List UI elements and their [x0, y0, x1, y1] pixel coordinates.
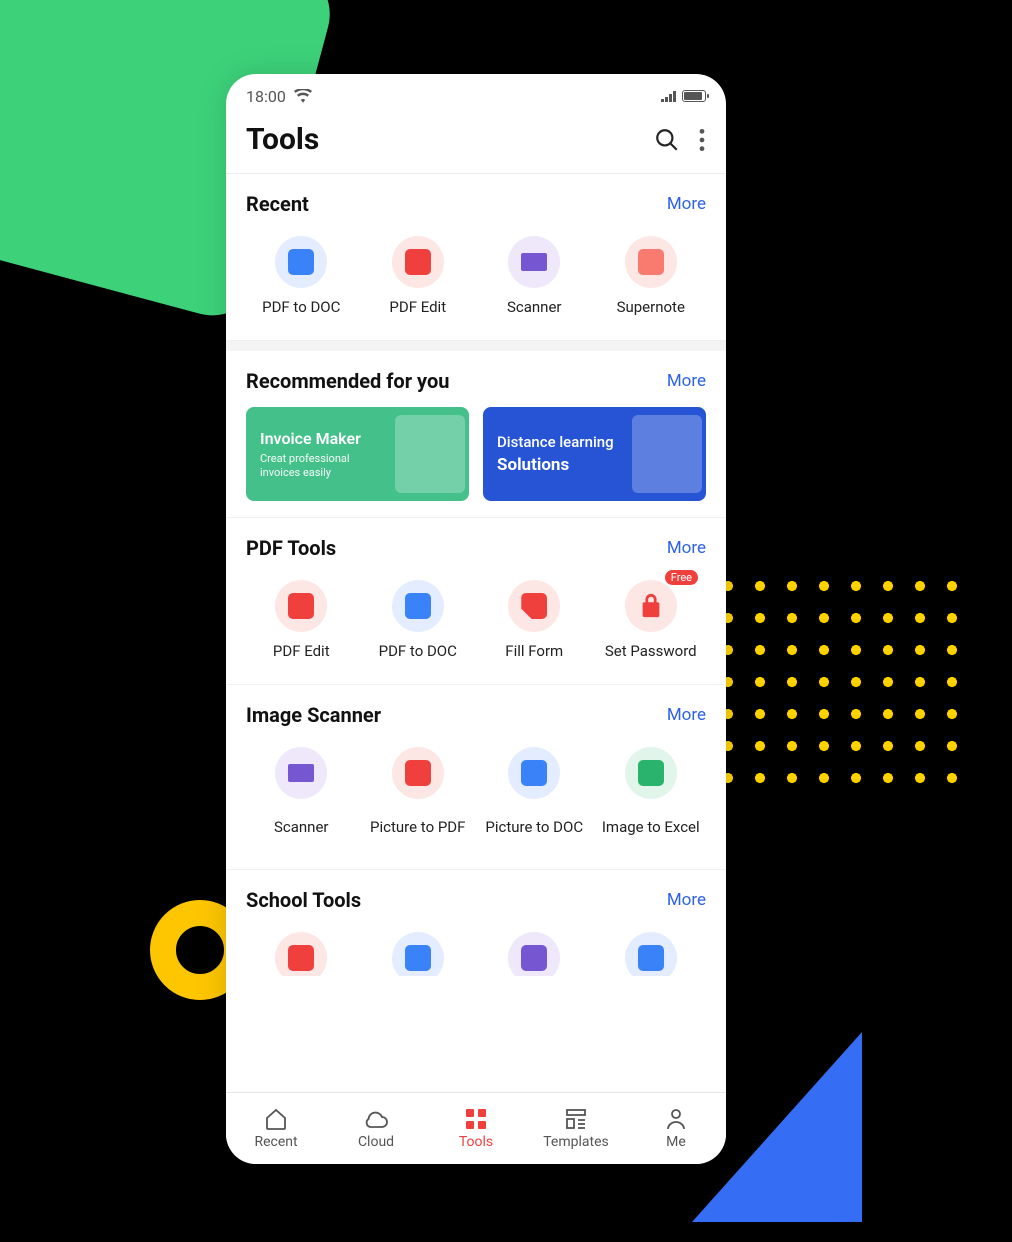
card-invoice-maker[interactable]: Invoice Maker Creat professional invoice…: [246, 407, 469, 501]
tool-scanner-2[interactable]: Scanner: [246, 741, 357, 859]
scanner-icon: [508, 236, 560, 288]
tool-pdf-to-doc[interactable]: PDF to DOC: [246, 230, 357, 330]
picture-doc-icon: [508, 747, 560, 799]
tool-set-password[interactable]: Free Set Password: [596, 574, 707, 674]
grid-icon: [464, 1107, 488, 1131]
cloud-icon: [363, 1107, 389, 1131]
battery-icon: [682, 90, 706, 102]
section-title-recent: Recent: [246, 192, 309, 216]
phone-frame: 18:00 Tools Recent More PDF to DOC: [226, 74, 726, 1164]
tool-label: PDF to DOC: [262, 298, 340, 316]
tool-label: Picture to PDF: [370, 809, 465, 845]
section-title-recommended: Recommended for you: [246, 369, 449, 393]
invoice-illustration-icon: [395, 415, 465, 493]
supernote-icon: [625, 236, 677, 288]
tool-scanner[interactable]: Scanner: [479, 230, 590, 330]
nav-label: Recent: [254, 1134, 297, 1150]
section-title-school-tools: School Tools: [246, 888, 361, 912]
tool-label: PDF Edit: [389, 298, 446, 316]
page-title: Tools: [246, 122, 319, 157]
section-title-pdf-tools: PDF Tools: [246, 536, 336, 560]
tool-pdf-to-doc-2[interactable]: PDF to DOC: [363, 574, 474, 674]
status-bar: 18:00: [226, 74, 726, 110]
more-link-pdf-tools[interactable]: More: [667, 538, 706, 558]
school-tool-icon: [392, 932, 444, 976]
fill-form-icon: [508, 580, 560, 632]
nav-cloud[interactable]: Cloud: [326, 1093, 426, 1164]
home-icon: [264, 1107, 288, 1131]
tool-label: Fill Form: [505, 642, 563, 660]
section-recent: Recent More PDF to DOC PDF Edit Scanner: [226, 174, 726, 341]
person-icon: [664, 1107, 688, 1131]
doc-icon: [392, 580, 444, 632]
school-tool-icon: [275, 932, 327, 976]
nav-templates[interactable]: Templates: [526, 1093, 626, 1164]
tool-label: PDF to DOC: [379, 642, 457, 660]
more-link-school-tools[interactable]: More: [667, 890, 706, 910]
tool-supernote[interactable]: Supernote: [596, 230, 707, 330]
tool-pdf-edit[interactable]: PDF Edit: [363, 230, 474, 330]
nav-label: Templates: [543, 1134, 609, 1150]
nav-me[interactable]: Me: [626, 1093, 726, 1164]
nav-label: Cloud: [358, 1134, 394, 1150]
excel-icon: [625, 747, 677, 799]
tool-school-4[interactable]: [596, 926, 707, 976]
learning-illustration-icon: [632, 415, 702, 493]
section-image-scanner: Image Scanner More Scanner Picture to PD…: [226, 685, 726, 870]
school-tool-icon: [625, 932, 677, 976]
more-link-recent[interactable]: More: [667, 194, 706, 214]
tool-pdf-edit-2[interactable]: PDF Edit: [246, 574, 357, 674]
tool-school-1[interactable]: [246, 926, 357, 976]
signal-icon: [661, 90, 676, 102]
school-tool-icon: [508, 932, 560, 976]
card-distance-learning[interactable]: Distance learning Solutions: [483, 407, 706, 501]
nav-recent[interactable]: Recent: [226, 1093, 326, 1164]
status-time: 18:00: [246, 87, 286, 106]
lock-icon: [625, 580, 677, 632]
scroll-content[interactable]: Recent More PDF to DOC PDF Edit Scanner: [226, 174, 726, 1092]
tool-label: Scanner: [507, 298, 562, 316]
tool-fill-form[interactable]: Fill Form: [479, 574, 590, 674]
bg-shape-dots: [712, 570, 972, 800]
template-icon: [564, 1107, 588, 1131]
nav-tools[interactable]: Tools: [426, 1093, 526, 1164]
nav-label: Me: [666, 1134, 686, 1150]
section-recommended: Recommended for you More Invoice Maker C…: [226, 341, 726, 518]
picture-pdf-icon: [392, 747, 444, 799]
tool-school-3[interactable]: [479, 926, 590, 976]
doc-icon: [275, 236, 327, 288]
pdf-edit-icon: [392, 236, 444, 288]
bottom-nav: Recent Cloud Tools Templates Me: [226, 1092, 726, 1164]
tool-label: Image to Excel: [602, 809, 700, 845]
nav-label: Tools: [459, 1134, 493, 1150]
more-link-image-scanner[interactable]: More: [667, 705, 706, 725]
tool-label: Scanner: [274, 809, 329, 845]
tool-label: Set Password: [605, 642, 697, 660]
app-header: Tools: [226, 110, 726, 174]
tool-label: Picture to DOC: [485, 809, 583, 845]
kebab-menu-icon[interactable]: [698, 127, 706, 153]
tool-label: PDF Edit: [273, 642, 330, 660]
scanner-icon: [275, 747, 327, 799]
tool-picture-to-pdf[interactable]: Picture to PDF: [363, 741, 474, 859]
search-icon[interactable]: [654, 127, 680, 153]
section-school-tools: School Tools More: [226, 870, 726, 976]
pdf-edit-icon: [275, 580, 327, 632]
tool-image-to-excel[interactable]: Image to Excel: [596, 741, 707, 859]
tool-school-2[interactable]: [363, 926, 474, 976]
card-subtitle: Creat professional invoices easily: [260, 452, 390, 478]
section-title-image-scanner: Image Scanner: [246, 703, 381, 727]
tool-picture-to-doc[interactable]: Picture to DOC: [479, 741, 590, 859]
free-badge: Free: [665, 570, 698, 585]
section-pdf-tools: PDF Tools More PDF Edit PDF to DOC Fill …: [226, 518, 726, 685]
wifi-icon: [294, 89, 312, 103]
tool-label: Supernote: [617, 298, 685, 316]
more-link-recommended[interactable]: More: [667, 371, 706, 391]
